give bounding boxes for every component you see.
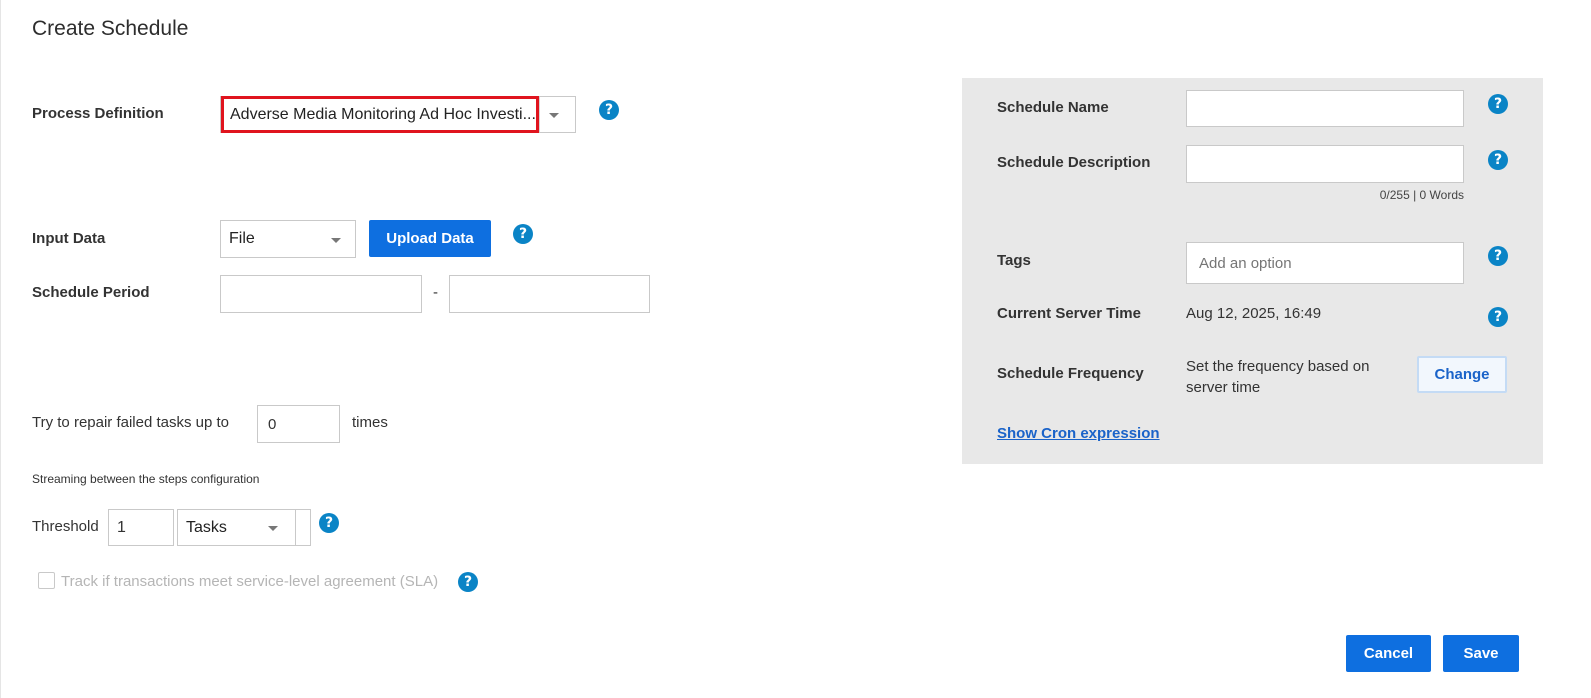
server-time-label: Current Server Time xyxy=(997,305,1141,322)
change-frequency-button[interactable]: Change xyxy=(1417,356,1507,393)
threshold-unit-select[interactable]: Tasks xyxy=(177,509,311,546)
schedule-name-input[interactable] xyxy=(1186,90,1464,127)
repair-attempts-input[interactable] xyxy=(257,405,340,443)
input-data-help-icon[interactable]: ? xyxy=(513,224,533,244)
schedule-description-input[interactable] xyxy=(1186,145,1464,183)
schedule-description-help-icon[interactable]: ? xyxy=(1488,150,1508,170)
threshold-unit-value: Tasks xyxy=(186,518,227,536)
chevron-down-icon xyxy=(549,113,559,118)
left-edge-divider xyxy=(0,0,1,698)
schedule-period-separator: - xyxy=(433,284,438,301)
sla-checkbox[interactable] xyxy=(38,572,55,589)
server-time-help-icon[interactable]: ? xyxy=(1488,307,1508,327)
threshold-input[interactable] xyxy=(108,509,174,546)
threshold-label: Threshold xyxy=(32,518,99,535)
schedule-period-start-input[interactable] xyxy=(220,275,422,313)
process-definition-value: Adverse Media Monitoring Ad Hoc Investi.… xyxy=(221,96,539,133)
threshold-help-icon[interactable]: ? xyxy=(319,513,339,533)
page-title: Create Schedule xyxy=(32,17,189,40)
input-data-value: File xyxy=(229,230,255,247)
sla-label: Track if transactions meet service-level… xyxy=(61,573,439,590)
chevron-down-icon xyxy=(331,238,341,243)
schedule-frequency-label: Schedule Frequency xyxy=(997,365,1144,382)
select-divider xyxy=(295,510,296,545)
schedule-period-end-input[interactable] xyxy=(449,275,650,313)
process-definition-label: Process Definition xyxy=(32,105,164,122)
server-time-value: Aug 12, 2025, 16:49 xyxy=(1186,305,1322,322)
select-divider xyxy=(539,97,540,132)
schedule-name-label: Schedule Name xyxy=(997,99,1109,116)
sla-help-icon[interactable]: ? xyxy=(458,572,478,592)
schedule-period-label: Schedule Period xyxy=(32,284,150,301)
save-button[interactable]: Save xyxy=(1443,635,1519,672)
process-definition-help-icon[interactable]: ? xyxy=(599,100,619,120)
show-cron-expression-link[interactable]: Show Cron expression xyxy=(997,425,1160,442)
input-data-select[interactable]: File xyxy=(220,220,356,258)
cancel-button[interactable]: Cancel xyxy=(1346,635,1431,672)
schedule-description-label: Schedule Description xyxy=(997,154,1151,171)
streaming-heading: Streaming between the steps configuratio… xyxy=(32,472,260,486)
chevron-down-icon xyxy=(268,526,278,531)
repair-prefix-text: Try to repair failed tasks up to xyxy=(32,414,230,431)
upload-data-button[interactable]: Upload Data xyxy=(369,220,491,257)
frequency-text-line2: server time xyxy=(1186,379,1261,396)
tags-input[interactable] xyxy=(1186,242,1464,284)
description-counter: 0/255 | 0 Words xyxy=(1379,188,1464,202)
schedule-name-help-icon[interactable]: ? xyxy=(1488,94,1508,114)
tags-label: Tags xyxy=(997,252,1031,269)
input-data-label: Input Data xyxy=(32,230,106,247)
tags-help-icon[interactable]: ? xyxy=(1488,246,1508,266)
repair-suffix-text: times xyxy=(352,414,388,431)
frequency-text-line1: Set the frequency based on xyxy=(1186,358,1370,375)
process-definition-select[interactable]: Adverse Media Monitoring Ad Hoc Investi.… xyxy=(220,96,576,133)
